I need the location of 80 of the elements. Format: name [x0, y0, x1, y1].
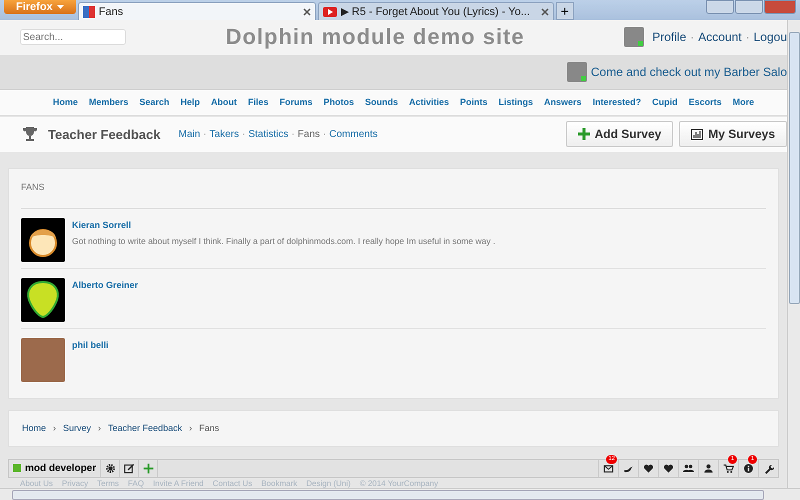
- photo-placeholder: [21, 338, 65, 382]
- plus-icon: [578, 128, 590, 140]
- nav-link[interactable]: Cupid: [646, 97, 684, 108]
- heart-icon[interactable]: [643, 462, 654, 474]
- cart-icon[interactable]: [723, 462, 734, 474]
- module-link[interactable]: Statistics: [248, 128, 288, 140]
- browser-tab[interactable]: Fans: [78, 2, 316, 20]
- section-heading: FANS: [21, 178, 766, 209]
- site-title: Dolphin module demo site: [224, 24, 526, 50]
- alien-avatar: [21, 278, 65, 322]
- edit-icon[interactable]: [124, 462, 135, 474]
- tab-favicon-icon: [82, 6, 95, 18]
- chevron-icon: ›: [189, 423, 192, 434]
- fan-description: Got nothing to write about myself I think. Finally a part of dolphinmods.com. I really hope Im useful in some way .: [72, 236, 496, 246]
- chevron-icon: ›: [53, 423, 56, 434]
- fan-name-link[interactable]: Kieran Sorrell: [72, 220, 496, 230]
- module-title: Teacher Feedback: [48, 126, 160, 142]
- browser-tab[interactable]: ▶ R5 - Forget About You (Lyrics) - Yo...: [318, 2, 554, 20]
- status-icon: [13, 464, 21, 472]
- nav-link[interactable]: More: [727, 97, 760, 108]
- cartoon-avatar: [21, 218, 65, 262]
- separator-dot: ·: [322, 128, 326, 140]
- breadcrumb-link[interactable]: Survey: [63, 423, 92, 434]
- fan-name-link[interactable]: phil belli: [72, 340, 109, 350]
- nav-link[interactable]: Interested?: [587, 97, 647, 108]
- settings-icon[interactable]: [104, 462, 116, 474]
- separator-dot: ·: [242, 128, 246, 140]
- nav-link[interactable]: Search: [134, 97, 175, 108]
- info-icon[interactable]: [743, 462, 754, 474]
- close-icon[interactable]: [540, 8, 549, 16]
- user-menu[interactable]: mod developer: [9, 460, 102, 477]
- user-avatar[interactable]: [624, 27, 644, 48]
- module-link[interactable]: Fans: [298, 128, 320, 140]
- nav-link[interactable]: Forums: [274, 97, 318, 108]
- header-link[interactable]: Profile: [652, 30, 686, 44]
- breadcrumb-current: Fans: [199, 423, 220, 434]
- group-icon[interactable]: [683, 462, 694, 474]
- fan-name-link[interactable]: Alberto Greiner: [72, 280, 138, 290]
- nav-link[interactable]: Home: [47, 97, 84, 108]
- breadcrumb-link[interactable]: Teacher Feedback: [108, 423, 182, 434]
- breadcrumb-link[interactable]: Home: [22, 423, 46, 434]
- dropdown-caret-icon: [56, 5, 64, 9]
- nav-link[interactable]: Files: [242, 97, 274, 108]
- nav-link[interactable]: Points: [454, 97, 494, 108]
- nav-link[interactable]: Photos: [318, 97, 360, 108]
- header-link[interactable]: Logou: [754, 30, 787, 44]
- nav-link[interactable]: Members: [83, 97, 134, 108]
- nav-link[interactable]: Sounds: [359, 97, 404, 108]
- horizontal-scrollbar[interactable]: [0, 488, 800, 500]
- module-link[interactable]: Takers: [210, 128, 239, 140]
- separator-dot: ·: [203, 128, 207, 140]
- trophy-icon: [22, 126, 38, 142]
- search-field[interactable]: Search...: [20, 29, 126, 46]
- nav-link[interactable]: About: [205, 97, 242, 108]
- separator-dot: ·: [291, 128, 295, 140]
- header-link[interactable]: Account: [698, 30, 742, 44]
- add-survey-button[interactable]: Add Survey: [566, 121, 674, 148]
- person-icon[interactable]: [703, 462, 714, 474]
- separator-dot: ·: [690, 30, 694, 44]
- nav-link[interactable]: Answers: [538, 97, 588, 108]
- vertical-scrollbar[interactable]: [787, 20, 800, 488]
- mail-icon[interactable]: [603, 462, 614, 474]
- heart-icon[interactable]: [663, 462, 674, 474]
- my-surveys-button[interactable]: My Surveys: [679, 121, 787, 148]
- wrench-icon[interactable]: [763, 462, 774, 474]
- new-tab-button[interactable]: +: [556, 2, 574, 20]
- nav-link[interactable]: Help: [174, 97, 206, 108]
- user-avatar[interactable]: [566, 62, 587, 82]
- separator-dot: ·: [746, 30, 750, 44]
- chevron-icon: ›: [98, 423, 102, 434]
- nav-link[interactable]: Escorts: [683, 97, 728, 108]
- nav-link[interactable]: Listings: [493, 97, 539, 108]
- module-link[interactable]: Comments: [329, 128, 378, 140]
- module-link[interactable]: Main: [178, 128, 200, 140]
- play-icon: [322, 6, 337, 16]
- promo-link[interactable]: Come and check out my Barber Salo: [590, 64, 787, 79]
- close-icon[interactable]: [302, 8, 311, 16]
- nav-link[interactable]: Activities: [403, 97, 454, 108]
- plus-icon[interactable]: [142, 462, 154, 474]
- bar-chart-icon: [691, 128, 704, 140]
